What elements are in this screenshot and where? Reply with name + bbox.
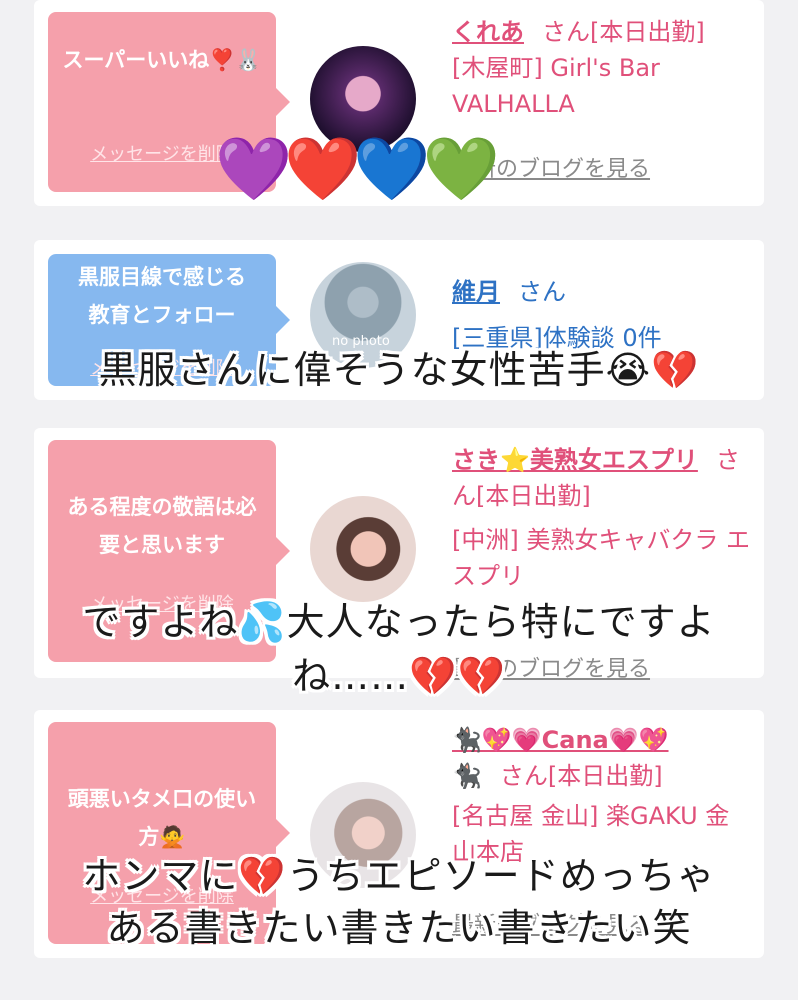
san-label: さん[本日出勤] <box>499 762 663 790</box>
overlay-caption: ね……💔💔 <box>292 654 506 698</box>
message-text: ある程度の敬語は必要と思います <box>67 495 257 557</box>
shop-line: [木屋町] Girl's Bar VALHALLA <box>452 54 660 118</box>
san-label: さん <box>518 278 566 306</box>
overlay-caption: ですよね💦大人なったら特にですよ <box>82 600 716 644</box>
san-label: さん[本日出勤] <box>542 18 705 46</box>
overlay-caption: ホンマに💔うちエピソードめっちゃ <box>82 854 716 898</box>
cast-info: 維月 さん [三重県]体験談 0件 <box>452 274 752 352</box>
hearts-emoji: 💜❤️💙💚 <box>215 132 500 205</box>
overlay-caption: 黒服さんに偉そうな女性苦手😭💔 <box>98 348 700 392</box>
cast-name-link[interactable]: さき⭐️美熟女エスプリ <box>452 446 698 474</box>
overlay-caption: ある書きたい書きたい書きたい笑 <box>106 906 692 950</box>
cast-info: くれあ さん[本日出勤] [木屋町] Girl's Bar VALHALLA 最新… <box>452 14 752 182</box>
message-text: 黒服目線で感じる教育とフォロー <box>78 265 246 327</box>
cast-name-link[interactable]: 🐈‍⬛💖💗Cana💗💖 <box>452 726 669 754</box>
cast-name-link[interactable]: くれあ <box>452 18 524 46</box>
cat-icon: 🐈‍⬛ <box>452 762 482 790</box>
message-text: 頭悪いタメ口の使い方🙅 <box>67 787 257 849</box>
cast-name-link[interactable]: 維月 <box>452 278 500 306</box>
cast-info: さき⭐️美熟女エスプリ さん[本日出勤] [中洲] 美熟女キャバクラ エスプリ 最… <box>452 442 752 682</box>
message-text: スーパーいいね❣️🐰 <box>62 48 262 72</box>
shop-line: [中洲] 美熟女キャバクラ エスプリ <box>452 526 750 590</box>
avatar[interactable] <box>310 496 416 602</box>
